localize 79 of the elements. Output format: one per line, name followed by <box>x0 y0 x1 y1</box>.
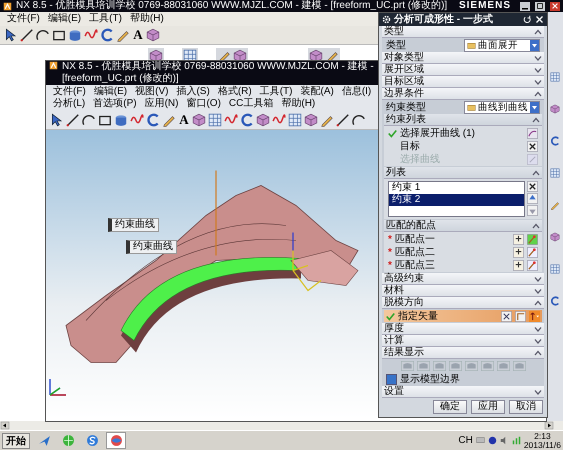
section-title: 边界条件 <box>384 88 424 99</box>
section-title: 约束列表 <box>386 114 426 125</box>
section-header[interactable]: 设置 <box>382 386 544 398</box>
section-title: 高级约束 <box>384 273 424 284</box>
section-header[interactable]: 高级约束 <box>382 273 544 285</box>
window-title: NX 8.5 - 优胜模具培训学校 0769-88031060 WWW.MJZL.COM - 建模 - [freeform_UC.prt (修改的)] <box>62 61 375 85</box>
menu-item[interactable]: 窗口(O) <box>183 98 224 110</box>
menu-item[interactable]: 首选项(P) <box>90 98 140 110</box>
menu-item[interactable]: 工具(T) <box>86 13 125 25</box>
brand-label: SIEMENS <box>458 0 511 12</box>
menu-item[interactable]: 文件(F) <box>50 86 89 98</box>
field-label: 目标 <box>400 140 421 153</box>
dialog-button[interactable]: 取消 <box>509 400 543 414</box>
section-header[interactable]: 匹配的配点 <box>384 220 542 232</box>
section-title: 对象类型 <box>384 52 424 63</box>
section-title: 匹配的配点 <box>386 220 436 231</box>
section-title: 脱模方向 <box>384 297 424 308</box>
section-header[interactable]: 计算 <box>382 335 544 347</box>
menu-item[interactable]: 分析(L) <box>50 98 88 110</box>
field-label: 匹配点三 <box>394 258 436 272</box>
menu-item[interactable]: 编辑(E) <box>44 13 84 25</box>
menu-item[interactable]: 视图(V) <box>132 86 172 98</box>
required-mark: * <box>388 260 392 270</box>
dialog-button[interactable]: 应用 <box>471 400 505 414</box>
field-label: 匹配点一 <box>394 232 436 246</box>
vector-row[interactable]: 指定矢量 <box>384 310 542 322</box>
language-indicator[interactable]: CH <box>458 435 473 446</box>
clock-time: 2:13 <box>534 432 551 440</box>
field-label: 约束类型 <box>386 100 427 114</box>
text-tool-button[interactable]: A <box>132 28 144 42</box>
section-header[interactable]: 厚度 <box>382 323 544 335</box>
section-title: 类型 <box>384 26 404 37</box>
section-header[interactable]: 列表 <box>384 167 542 179</box>
clock-date: 2013/11/6 <box>524 440 561 450</box>
dialog-title: 分析可成形性 - 一步式 <box>394 14 493 26</box>
section-title: 材料 <box>384 285 404 296</box>
callout-label: 约束曲线 <box>108 218 159 232</box>
menu-item[interactable]: 文件(F) <box>4 13 43 25</box>
section-title: 展开区域 <box>384 64 424 75</box>
menu-item[interactable]: 装配(A) <box>297 86 337 98</box>
menu-item[interactable]: 编辑(E) <box>90 86 130 98</box>
section-title: 计算 <box>384 335 404 346</box>
list-item[interactable]: 约束 1 <box>389 182 524 194</box>
required-mark: * <box>388 246 392 258</box>
list-item[interactable]: 约束 2 <box>389 194 524 206</box>
section-header[interactable]: 边界条件 <box>382 88 544 100</box>
text-tool-button[interactable]: A <box>178 113 190 127</box>
menu-item[interactable]: 应用(N) <box>142 98 182 110</box>
dropdown[interactable]: 曲面展开 <box>464 38 540 52</box>
menu-item[interactable]: 帮助(H) <box>278 98 318 110</box>
field-label: 类型 <box>386 38 407 52</box>
section-header[interactable]: 约束列表 <box>384 114 542 126</box>
menu-item[interactable]: 帮助(H) <box>126 13 167 25</box>
section-title: 结果显示 <box>384 347 424 358</box>
menu-item[interactable]: 插入(S) <box>173 86 213 98</box>
dialog-button[interactable]: 确定 <box>433 400 467 414</box>
section-header[interactable]: 脱模方向 <box>382 297 544 309</box>
section-header[interactable]: 材料 <box>382 285 544 297</box>
menu-item[interactable]: 格式(R) <box>214 86 255 98</box>
checkbox-label: 显示模型边界 <box>400 372 461 386</box>
section-title: 目标区域 <box>384 76 424 87</box>
menu-item[interactable]: 信息(I) <box>338 86 374 98</box>
section-title: 厚度 <box>384 323 404 334</box>
section-header[interactable]: 结果显示 <box>382 347 544 359</box>
menu-item[interactable]: 工具(T) <box>256 86 296 98</box>
section-header[interactable]: 目标区域 <box>382 76 544 88</box>
section-header[interactable]: 展开区域 <box>382 64 544 76</box>
required-mark: * <box>388 234 392 244</box>
menu-item[interactable]: CC工具箱 <box>226 98 276 110</box>
start-button[interactable]: 开始 <box>2 432 30 448</box>
section-title: 列表 <box>386 167 406 178</box>
field-label: 选择曲线 <box>400 152 441 166</box>
section-header[interactable]: 类型 <box>382 26 544 38</box>
section-title: 设置 <box>384 386 404 397</box>
dropdown[interactable]: 曲线到曲线 <box>464 100 540 114</box>
field-label: 指定矢量 <box>398 310 439 322</box>
section-header[interactable]: 对象类型 <box>382 52 544 64</box>
field-label: 匹配点二 <box>394 246 436 259</box>
callout-label: 约束曲线 <box>126 240 177 254</box>
